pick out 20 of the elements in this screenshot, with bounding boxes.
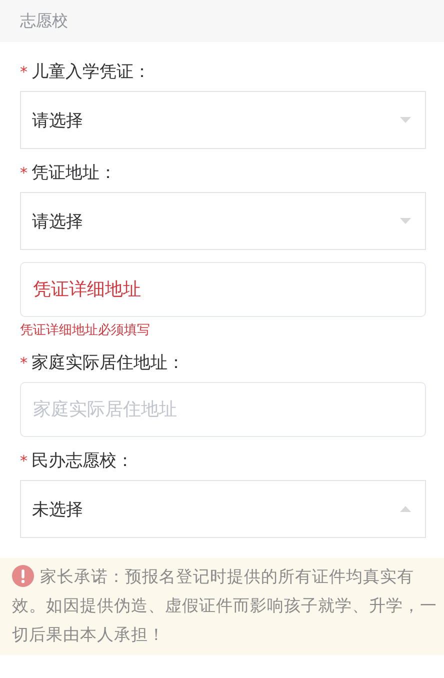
- select-value: 请选择: [32, 110, 83, 132]
- required-mark: *: [20, 163, 28, 183]
- select-value: 未选择: [32, 498, 83, 520]
- notice-text: 家长承诺：预报名登记时提供的所有证件均真实有效。如因提供伪造、虚假证件而影响孩子就学、升学，一切后果由本人承担！: [12, 564, 438, 646]
- field-label: 民办志愿校：: [32, 451, 134, 471]
- select-field[interactable]: 请选择: [20, 91, 426, 149]
- select-value: 请选择: [32, 210, 83, 232]
- required-mark: *: [20, 62, 28, 82]
- field-label: 儿童入学凭证：: [32, 62, 150, 82]
- select-field[interactable]: 未选择: [20, 480, 426, 538]
- select-field[interactable]: 请选择: [20, 192, 426, 250]
- section-title: 志愿校: [20, 10, 68, 32]
- required-mark: *: [20, 353, 28, 373]
- required-mark: *: [20, 451, 28, 471]
- error-message: 凭证详细地址必须填写: [20, 323, 151, 339]
- field-label: 家庭实际居住地址：: [32, 353, 184, 373]
- input-field[interactable]: 凭证详细地址: [20, 262, 426, 317]
- field-label: 凭证地址：: [32, 163, 116, 183]
- warning-icon: [12, 565, 34, 587]
- input-field[interactable]: 家庭实际居住地址: [20, 382, 426, 437]
